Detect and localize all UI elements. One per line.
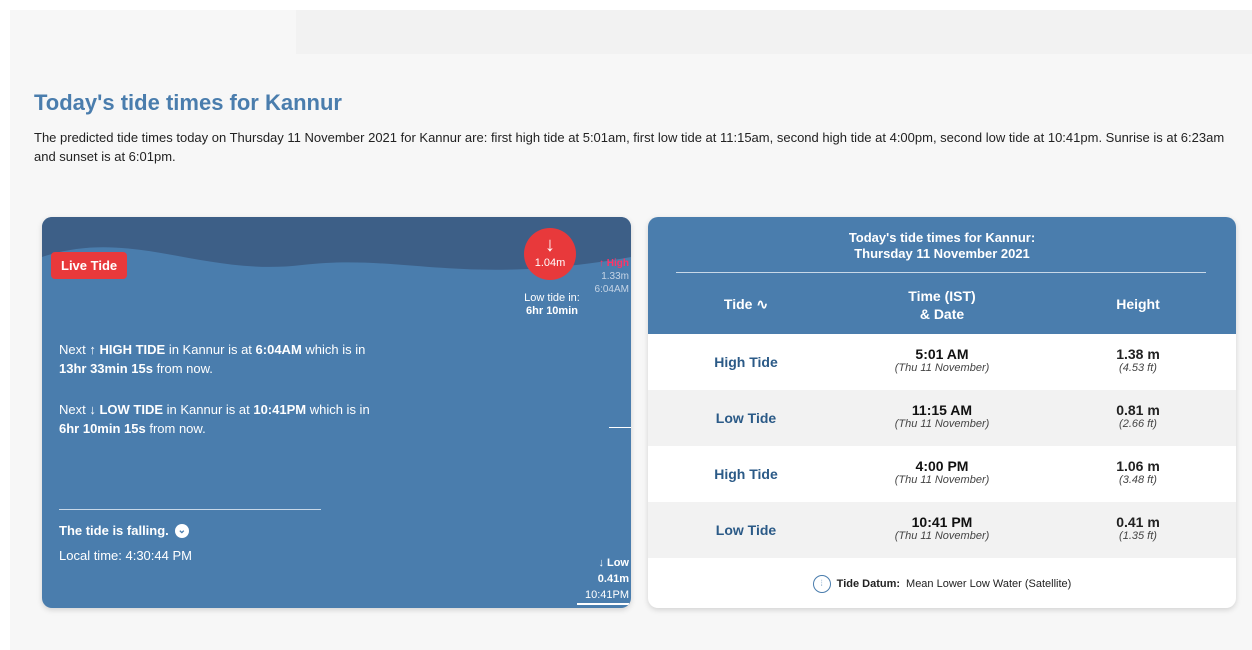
header-divider bbox=[676, 272, 1206, 273]
tide-datum: ⦙ Tide Datum: Mean Lower Low Water (Sate… bbox=[648, 575, 1236, 593]
tide-gauge-icon: ⦙ bbox=[812, 575, 831, 593]
table-row: High Tide 5:01 AM (Thu 11 November) 1.38… bbox=[648, 334, 1236, 390]
table-title: Today's tide times for Kannur: Thursday … bbox=[648, 217, 1236, 262]
tide-times-table: Today's tide times for Kannur: Thursday … bbox=[648, 217, 1236, 608]
tide-status[interactable]: The tide is falling. ⌄ bbox=[59, 523, 189, 538]
low-marker-time: 10:41PM bbox=[577, 587, 629, 605]
tide-type: High Tide bbox=[714, 466, 778, 482]
tide-type: Low Tide bbox=[715, 410, 777, 426]
low-in-value: 6hr 10min bbox=[526, 305, 578, 317]
next-high-tide-text: Next ↑ HIGH TIDE in Kannur is at 6:04AM … bbox=[59, 342, 366, 376]
low-tide-countdown: Low tide in: 6hr 10min bbox=[517, 292, 587, 318]
tide-time: 10:41 PM (Thu 11 November) bbox=[894, 514, 990, 542]
tide-time: 4:00 PM (Thu 11 November) bbox=[894, 458, 990, 486]
current-height: 1.04m bbox=[534, 257, 566, 269]
datum-value: Mean Lower Low Water (Satellite) bbox=[906, 578, 1072, 590]
live-tide-panel: Live Tide ↓ 1.04m ↑ High 1.33m 6:04AM Lo… bbox=[42, 217, 631, 608]
current-tide-indicator: ↓ 1.04m bbox=[524, 228, 576, 280]
tide-type: High Tide bbox=[714, 354, 778, 370]
wave-icon: ∿ bbox=[756, 296, 769, 312]
low-marker-label: ↓ Low bbox=[598, 557, 629, 569]
table-row: High Tide 4:00 PM (Thu 11 November) 1.06… bbox=[648, 446, 1236, 502]
low-marker-height: 0.41m bbox=[597, 573, 629, 585]
tide-time: 5:01 AM (Thu 11 November) bbox=[894, 346, 990, 374]
divider bbox=[59, 509, 321, 510]
table-title-line2: Thursday 11 November 2021 bbox=[854, 246, 1030, 261]
table-row: Low Tide 10:41 PM (Thu 11 November) 0.41… bbox=[648, 502, 1236, 558]
tide-type: Low Tide bbox=[715, 522, 777, 538]
tide-height: 1.06 m (3.48 ft) bbox=[1116, 458, 1160, 486]
col-header-tide: Tide ∿ bbox=[723, 296, 769, 312]
col-header-height: Height bbox=[1116, 296, 1160, 312]
datum-label: Tide Datum: bbox=[836, 578, 901, 590]
live-tide-badge: Live Tide bbox=[51, 252, 128, 279]
high-marker-height: 1.33m bbox=[601, 271, 629, 282]
tide-height: 0.81 m (2.66 ft) bbox=[1116, 402, 1160, 430]
tide-height: 1.38 m (4.53 ft) bbox=[1116, 346, 1160, 374]
tide-time: 11:15 AM (Thu 11 November) bbox=[894, 402, 990, 430]
top-banner-area bbox=[296, 10, 1252, 54]
current-level-tick bbox=[609, 427, 631, 428]
high-marker-time: 6:04AM bbox=[594, 284, 629, 295]
arrow-down-icon: ↓ bbox=[545, 234, 555, 256]
high-marker-label: ↑ High bbox=[599, 258, 629, 269]
table-header: Today's tide times for Kannur: Thursday … bbox=[648, 217, 1236, 334]
local-time: Local time: 4:30:44 PM bbox=[59, 548, 192, 563]
tide-height: 0.41 m (1.35 ft) bbox=[1116, 514, 1160, 542]
low-tide-marker: ↓ Low 0.41m 10:41PM bbox=[577, 555, 629, 605]
page-title: Today's tide times for Kannur bbox=[34, 90, 342, 115]
col-header-time: Time (IST) & Date bbox=[908, 288, 976, 322]
tide-summary: The predicted tide times today on Thursd… bbox=[34, 130, 1225, 164]
next-low-tide-text: Next ↓ LOW TIDE in Kannur is at 10:41PM … bbox=[59, 402, 370, 436]
high-tide-marker: ↑ High 1.33m 6:04AM bbox=[587, 257, 629, 296]
chevron-down-circle-icon[interactable]: ⌄ bbox=[174, 523, 189, 538]
low-in-label: Low tide in: bbox=[524, 292, 580, 304]
table-title-line1: Today's tide times for Kannur: bbox=[848, 230, 1036, 245]
table-row: Low Tide 11:15 AM (Thu 11 November) 0.81… bbox=[648, 390, 1236, 446]
tide-status-label: The tide is falling. bbox=[59, 523, 169, 538]
